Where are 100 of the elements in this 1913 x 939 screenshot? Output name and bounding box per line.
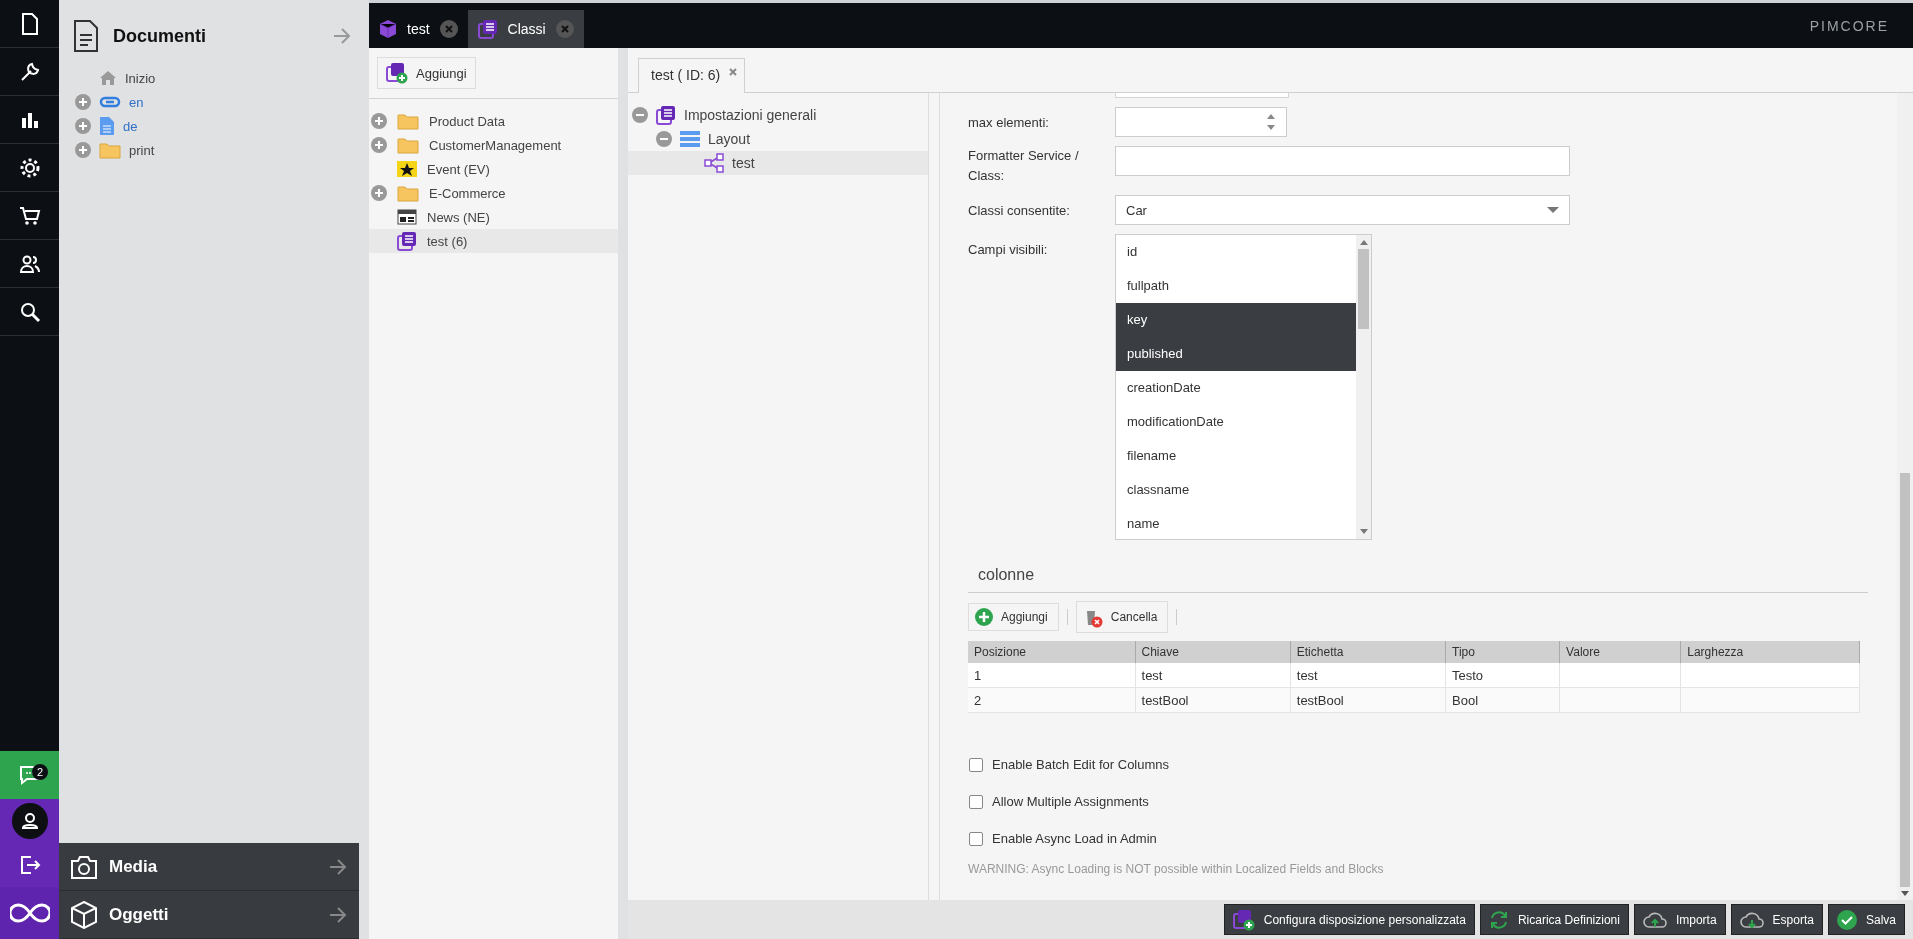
panel-header[interactable]: Media [59,843,359,891]
tree-row[interactable]: E-Commerce [369,181,618,205]
plus-icon [975,608,993,626]
scroll-down-icon[interactable] [1901,891,1909,897]
table-cell: 2 [968,687,1136,713]
column-header[interactable]: Posizione [968,641,1136,663]
tree-item[interactable]: de [123,118,138,134]
field-label: Campi visibili: [968,241,1049,259]
table-cell: Testo [1445,663,1560,688]
checkbox[interactable] [969,757,983,772]
list-option[interactable]: creationDate [1116,371,1356,405]
checkmark-icon [1836,909,1857,930]
tree-row[interactable]: News (NE) [369,205,618,229]
relation-icon [704,153,724,173]
tree-row[interactable]: test [628,151,928,175]
number-field[interactable] [1115,107,1287,137]
checkbox-label: Enable Batch Edit for Columns [992,757,1170,772]
table-cell: test [1290,663,1446,688]
folder-icon [99,141,121,159]
tree-row[interactable]: test (6) [369,229,618,253]
checkbox[interactable] [969,794,983,809]
arrow-right-icon[interactable] [333,28,351,44]
panel-header[interactable]: Oggetti [59,891,359,939]
user-avatar-icon[interactable] [11,803,48,839]
select-field[interactable]: Car [1115,195,1570,225]
toolbar-button[interactable]: Importa [1633,904,1726,935]
list-option[interactable]: modificationDate [1116,405,1356,439]
close-icon[interactable] [439,20,458,38]
add-class-icon [386,62,408,84]
scrollbar-thumb[interactable] [1900,473,1910,887]
folder-icon [397,184,419,202]
column-header[interactable]: Etichetta [1290,641,1446,663]
close-icon[interactable] [555,20,574,38]
tree-row[interactable]: Layout [628,127,928,151]
expand-icon[interactable] [75,118,91,134]
checkbox-label: Enable Async Load in Admin [992,831,1157,846]
reload-icon [1488,909,1509,930]
document-icon [73,20,99,52]
tree-row[interactable]: Impostazioni generali [628,103,928,127]
toolbar-button[interactable]: Salva [1827,904,1905,935]
input-field[interactable] [1115,93,1289,98]
cloud-download-icon [1739,910,1764,929]
collapse-icon[interactable] [632,107,648,123]
tab[interactable]: Classi [467,10,584,48]
list-option[interactable]: filename [1116,439,1356,473]
page-icon [99,116,115,136]
delete-button[interactable]: Cancella [1075,601,1169,633]
arrow-right-icon[interactable] [329,858,347,875]
arrow-right-icon[interactable] [329,906,347,923]
tree-item[interactable]: print [129,142,155,158]
list-option[interactable]: fullpath [1116,269,1356,303]
toolbar-button[interactable]: Configura disposizione personalizzata [1223,904,1475,935]
expand-icon[interactable] [371,113,387,129]
column-header[interactable]: Larghezza [1680,641,1860,663]
field-label: Classi consentite: [968,202,1071,220]
tree-row[interactable]: Event (EV) [369,157,618,181]
toolbar-button[interactable]: Ricarica Definizioni [1479,904,1629,935]
tree-item[interactable]: en [129,94,144,110]
tree-row[interactable]: CustomerManagement [369,133,618,157]
class-icon [477,19,498,39]
class-icon [656,105,676,125]
infinity-logo-icon[interactable] [9,902,50,924]
column-header[interactable]: Tipo [1445,641,1560,663]
list-option[interactable]: id [1116,235,1356,269]
expand-icon[interactable] [75,94,91,110]
toolbar-button[interactable]: Esporta [1730,904,1823,935]
list-option[interactable]: key [1116,303,1356,337]
news-icon [397,209,417,225]
input-field[interactable] [1115,146,1570,176]
close-icon[interactable] [728,67,739,77]
section-title: colonne [968,548,1868,593]
spinner-arrows-icon[interactable] [1266,112,1276,132]
column-header[interactable]: Valore [1559,641,1681,663]
table-cell: testBool [1135,687,1291,713]
collapse-icon[interactable] [656,131,672,147]
multiselect-list[interactable]: id fullpath key published creationDate modificationDate filename classname name [1115,234,1372,540]
tree-row[interactable]: Product Data [369,109,618,133]
add-button[interactable]: Aggiungi [377,57,476,89]
table-cell: testBool [1290,687,1446,713]
logout-icon[interactable] [18,854,41,876]
folder-icon [397,136,419,154]
dropdown-caret-icon[interactable] [1547,206,1559,214]
editor-tab[interactable]: test ( ID: 6) [638,58,746,93]
scroll-down-icon[interactable] [1359,529,1368,535]
add-button[interactable]: Aggiungi [968,603,1059,631]
expand-icon[interactable] [75,142,91,158]
scroll-up-icon[interactable] [1359,239,1368,245]
tree-item[interactable]: Inizio [125,70,156,86]
warning-text: WARNING: Async Loading is NOT possible within Localized Fields and Blocks [968,862,1385,876]
checkbox[interactable] [969,831,983,846]
camera-icon [71,854,97,879]
expand-icon[interactable] [371,185,387,201]
list-option[interactable]: classname [1116,473,1356,507]
list-option[interactable]: name [1116,507,1356,539]
tab[interactable]: test [369,10,468,48]
scrollbar-thumb[interactable] [1358,249,1369,329]
column-header[interactable]: Chiave [1135,641,1291,663]
list-option[interactable]: published [1116,337,1356,371]
panel-title: Oggetti [109,904,170,925]
expand-icon[interactable] [371,137,387,153]
